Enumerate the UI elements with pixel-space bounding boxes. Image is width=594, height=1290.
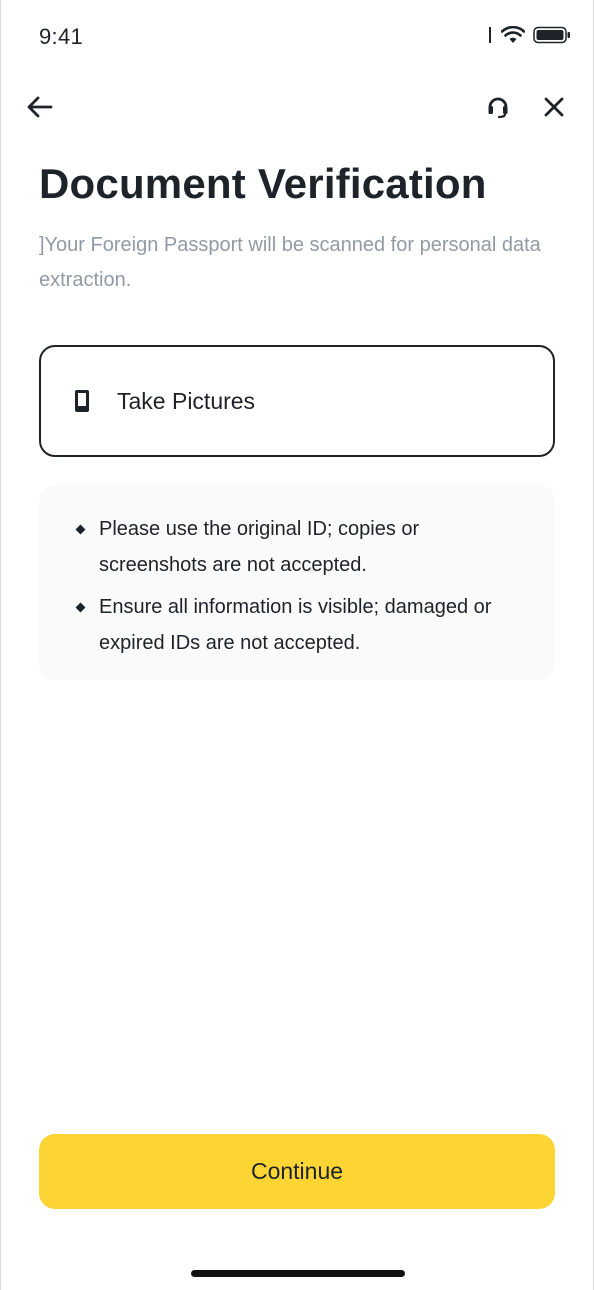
status-time: 9:41 (39, 24, 84, 49)
requirement-item: Please use the original ID; copies or sc… (75, 511, 527, 583)
bullet-icon (75, 524, 86, 535)
page-title: Document Verification (39, 160, 487, 207)
page-subtitle: ]Your Foreign Passport will be scanned f… (39, 234, 541, 291)
battery-icon (533, 26, 570, 44)
requirement-text: Ensure all information is visible; damag… (99, 596, 492, 654)
requirement-item: Ensure all information is visible; damag… (75, 589, 527, 661)
status-bar: 9:41 (1, 0, 593, 70)
signal-icon (489, 27, 491, 43)
phone-icon (71, 388, 93, 414)
close-icon (544, 97, 564, 117)
requirements-box: Please use the original ID; copies or sc… (39, 485, 555, 680)
take-pictures-label: Take Pictures (117, 387, 256, 414)
requirement-text: Please use the original ID; copies or sc… (99, 518, 420, 576)
wifi-icon (501, 26, 525, 43)
support-button[interactable] (481, 90, 515, 124)
arrow-left-icon (27, 96, 53, 118)
status-icons (489, 26, 571, 44)
headset-icon (488, 97, 508, 119)
nav-bar (1, 80, 593, 130)
bullet-icon (75, 602, 86, 613)
close-button[interactable] (537, 90, 571, 124)
home-indicator (191, 1270, 405, 1277)
back-button[interactable] (23, 90, 57, 124)
take-pictures-button[interactable]: Take Pictures (39, 345, 555, 457)
continue-button[interactable]: Continue (39, 1134, 555, 1209)
